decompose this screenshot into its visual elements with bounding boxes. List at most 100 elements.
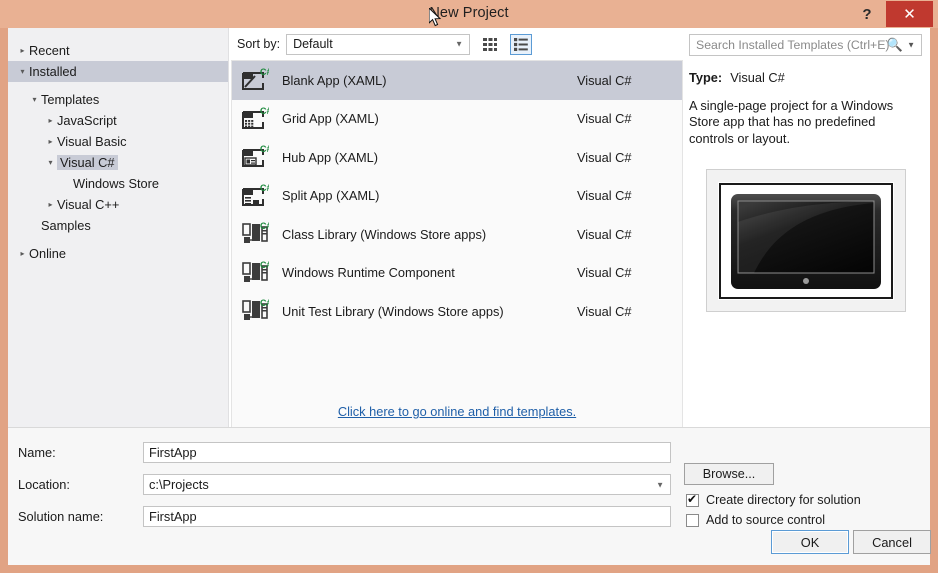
sort-by-select[interactable]: Default ▼ xyxy=(286,33,471,55)
list-view-icon xyxy=(514,37,528,51)
template-name: Hub App (XAML) xyxy=(282,149,379,165)
tree-item-label: Windows Store xyxy=(73,176,160,191)
online-templates-bar: Click here to go online and find templat… xyxy=(231,389,683,427)
tree-item-label: Recent xyxy=(29,43,70,58)
tree-item-windows-store[interactable]: Windows Store xyxy=(8,173,228,194)
blank-app-icon: C# xyxy=(241,67,269,91)
svg-text:C#: C# xyxy=(260,298,269,308)
chevron-right-icon[interactable] xyxy=(44,116,57,125)
dialog-top-region: Recent Installed Templates JavaScript Visual… xyxy=(8,28,930,428)
tile-view-icon xyxy=(482,37,497,51)
template-name: Windows Runtime Component xyxy=(282,265,455,281)
tree-item-label: Visual C++ xyxy=(57,197,120,212)
chevron-down-icon[interactable] xyxy=(16,67,29,76)
create-directory-checkbox[interactable] xyxy=(686,492,699,507)
template-list-panel: C# Blank App (XAML) Visual C# C# Grid App (X… xyxy=(231,60,683,389)
class-library-icon: C# xyxy=(241,298,269,321)
search-placeholder: Search Installed Templates (Ctrl+E) xyxy=(696,38,890,52)
template-name: Blank App (XAML) xyxy=(282,72,387,88)
template-language: Visual C# xyxy=(577,111,632,127)
template-language: Visual C# xyxy=(577,188,632,204)
hub-app-icon: C# xyxy=(241,144,269,168)
monitor-icon xyxy=(717,181,894,300)
name-field[interactable]: FirstApp xyxy=(143,442,671,463)
chevron-right-icon[interactable] xyxy=(44,137,57,146)
class-library-icon: C# xyxy=(241,221,269,244)
location-field[interactable]: c:\Projects ▼ xyxy=(143,474,671,495)
details-panel: Search Installed Templates (Ctrl+E) 🔍 ▼ … xyxy=(683,28,930,427)
template-row[interactable]: C# Unit Test Library (Windows Store apps)… xyxy=(232,292,682,331)
dialog-frame-left xyxy=(0,0,8,573)
location-value: c:\Projects xyxy=(149,477,209,492)
tree-item-samples[interactable]: Samples xyxy=(8,215,228,236)
name-row: Name: FirstApp xyxy=(8,440,930,465)
svg-text:C#: C# xyxy=(260,183,269,193)
template-icon-wrap: C# xyxy=(240,258,270,288)
templates-tree[interactable]: Recent Installed Templates JavaScript Visual… xyxy=(8,28,229,427)
sort-by-value: Default xyxy=(293,37,333,51)
template-icon-wrap: C# xyxy=(240,65,270,95)
browse-button[interactable]: Browse... xyxy=(684,463,774,485)
tree-item-visual-c[interactable]: Visual C++ xyxy=(8,194,228,215)
template-language: Visual C# xyxy=(577,303,632,319)
chevron-right-icon[interactable] xyxy=(16,249,29,258)
template-row[interactable]: C# Split App (XAML) Visual C# xyxy=(232,177,682,216)
tree-item-javascript[interactable]: JavaScript xyxy=(8,110,228,131)
template-name: Unit Test Library (Windows Store apps) xyxy=(282,303,504,319)
template-list[interactable]: C# Blank App (XAML) Visual C# C# Grid App (X… xyxy=(232,61,682,331)
tree-item-label: Samples xyxy=(41,218,91,233)
template-row[interactable]: C# Grid App (XAML) Visual C# xyxy=(232,100,682,139)
svg-text:C#: C# xyxy=(260,106,269,116)
tree-item-installed[interactable]: Installed xyxy=(8,61,228,82)
template-row[interactable]: C# Class Library (Windows Store apps) Visu… xyxy=(232,215,682,254)
tree-item-templates[interactable]: Templates xyxy=(8,89,228,110)
solution-name-value: FirstApp xyxy=(149,509,197,524)
online-templates-link[interactable]: Click here to go online and find templat… xyxy=(338,404,576,419)
tree-item-visual-basic[interactable]: Visual Basic xyxy=(8,131,228,152)
tree-item-online[interactable]: Online xyxy=(8,243,228,264)
chevron-down-icon[interactable] xyxy=(44,158,57,167)
tree-item-recent[interactable]: Recent xyxy=(8,40,228,61)
create-directory-checkbox-row[interactable]: Create directory for solution xyxy=(686,492,861,507)
template-name: Grid App (XAML) xyxy=(282,111,379,127)
tree-item-label: JavaScript xyxy=(57,113,117,128)
chevron-down-icon[interactable]: ▼ xyxy=(656,480,664,489)
template-icon-wrap: C# xyxy=(240,142,270,172)
solution-name-field[interactable]: FirstApp xyxy=(143,506,671,527)
template-row[interactable]: C# Hub App (XAML) Visual C# xyxy=(232,138,682,177)
new-project-dialog: New Project ? ✕ Recent Installed Templates… xyxy=(0,0,938,573)
split-app-icon: C# xyxy=(241,183,269,206)
chevron-right-icon[interactable] xyxy=(44,200,57,209)
name-label: Name: xyxy=(18,445,56,460)
type-value: Visual C# xyxy=(730,70,785,85)
chevron-down-icon: ▼ xyxy=(455,39,464,49)
cancel-button[interactable]: Cancel xyxy=(853,530,931,554)
template-language: Visual C# xyxy=(577,149,632,165)
create-directory-label: Create directory for solution xyxy=(706,493,861,507)
ok-button[interactable]: OK xyxy=(771,530,849,554)
template-icon-wrap: C# xyxy=(240,219,270,249)
template-icon-wrap: C# xyxy=(240,181,270,211)
source-control-checkbox-row[interactable]: Add to source control xyxy=(686,513,825,527)
template-row[interactable]: C# Blank App (XAML) Visual C# xyxy=(232,61,682,100)
template-type-row: Type: Visual C# xyxy=(689,70,922,87)
help-button[interactable]: ? xyxy=(854,2,880,26)
chevron-down-icon[interactable] xyxy=(28,95,41,104)
list-view-button[interactable] xyxy=(510,33,533,55)
close-button[interactable]: ✕ xyxy=(886,1,933,27)
template-name: Split App (XAML) xyxy=(282,188,380,204)
template-language: Visual C# xyxy=(577,72,632,88)
tile-view-button[interactable] xyxy=(479,34,501,55)
solution-name-label: Solution name: xyxy=(18,509,104,524)
source-control-checkbox[interactable] xyxy=(686,513,699,527)
project-settings-form: Name: FirstApp Location: c:\Projects ▼ S… xyxy=(8,428,931,565)
template-description: A single-page project for a Windows Stor… xyxy=(689,97,894,146)
grid-app-icon: C# xyxy=(241,106,269,129)
chevron-right-icon[interactable] xyxy=(16,46,29,55)
template-row[interactable]: C# Windows Runtime Component Visual C# xyxy=(232,254,682,293)
svg-text:C#: C# xyxy=(260,67,269,77)
search-input[interactable]: Search Installed Templates (Ctrl+E) 🔍 ▼ xyxy=(689,34,922,56)
tree-item-label: Installed xyxy=(29,64,77,79)
tree-item-visual-c[interactable]: Visual C# xyxy=(8,152,228,173)
templates-column: Sort by: Default ▼ C Blank App (XAML) Vi… xyxy=(229,28,683,427)
